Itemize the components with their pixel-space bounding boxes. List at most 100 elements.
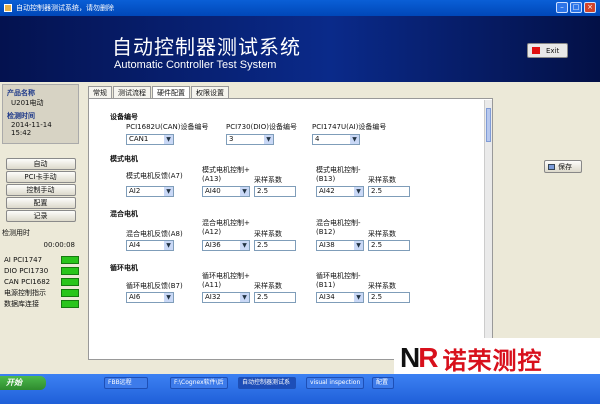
taskbar-item[interactable]: F:\Cognex软件\后 [170, 377, 228, 389]
mode-motor-ctrl-plus-ch: (A13) [202, 175, 222, 183]
chevron-down-icon[interactable]: ▼ [164, 187, 173, 196]
loop-motor-coef2-input[interactable]: 2.5 [368, 292, 410, 303]
mix-motor-ctrl-plus-ch: (A12) [202, 228, 222, 236]
loop-motor-ctrl-minus-select[interactable]: AI34 ▼ [316, 292, 364, 303]
chevron-down-icon[interactable]: ▼ [164, 135, 173, 144]
mode-motor-ctrl-plus-label: 模式电机控制+ [202, 166, 250, 174]
status-row: 数据库连接 [2, 298, 79, 309]
mode-motor-ctrl-minus-select[interactable]: AI42 ▼ [316, 186, 364, 197]
save-icon [548, 163, 555, 170]
ai-device-value: 4 [315, 135, 320, 143]
minimize-icon[interactable]: – [556, 2, 568, 13]
mix-motor-ctrl-plus-value: AI36 [205, 241, 221, 249]
can-device-select[interactable]: CAN1 ▼ [126, 134, 174, 145]
nav-button-auto[interactable]: 自动 [5, 158, 76, 170]
chevron-down-icon[interactable]: ▼ [240, 187, 249, 196]
product-name-label: 产品名称 [7, 89, 35, 97]
can-device-label: PCI1682U(CAN)设备编号 [126, 123, 209, 131]
mode-motor-coef2-input[interactable]: 2.5 [368, 186, 410, 197]
chevron-down-icon[interactable]: ▼ [354, 187, 363, 196]
chevron-down-icon[interactable]: ▼ [264, 135, 273, 144]
mode-motor-title: 模式电机 [110, 155, 138, 163]
chevron-down-icon[interactable]: ▼ [164, 293, 173, 302]
mode-motor-ctrl-minus-ch: (B13) [316, 175, 336, 183]
window-titlebar: 自动控制器测试系统，请勿删除 – □ × [0, 0, 600, 16]
loop-motor-ctrl-minus-label: 循环电机控制- [316, 272, 361, 280]
exit-label: Exit [546, 46, 560, 55]
status-label: 电源控制指示 [4, 288, 46, 297]
taskbar-item-active[interactable]: 自动控制器测试系 [238, 377, 296, 389]
mode-motor-ctrl-plus-select[interactable]: AI40 ▼ [202, 186, 250, 197]
mix-motor-fb-select[interactable]: AI4 ▼ [126, 240, 174, 251]
mix-motor-ctrl-minus-label: 混合电机控制- [316, 219, 361, 227]
header-banner: 自动控制器测试系统 Automatic Controller Test Syst… [0, 16, 600, 82]
nav-button-control-manual[interactable]: 控制手动 [5, 184, 76, 196]
status-row: 电源控制指示 [2, 287, 79, 298]
mix-motor-fb-value: AI4 [129, 241, 141, 249]
taskbar-item[interactable]: FBB远程 [104, 377, 148, 389]
nav-button-records[interactable]: 记录 [5, 210, 76, 222]
device-section-title: 设备编号 [110, 113, 138, 121]
status-led-icon [61, 288, 79, 297]
can-device-value: CAN1 [129, 135, 149, 143]
maximize-icon[interactable]: □ [570, 2, 582, 13]
panel-scrollbar[interactable] [484, 100, 492, 358]
loop-motor-fb-select[interactable]: AI6 ▼ [126, 292, 174, 303]
exit-icon [532, 47, 540, 54]
elapsed-label: 检测用时 [2, 229, 30, 237]
ai-device-select[interactable]: 4 ▼ [312, 134, 360, 145]
loop-motor-coef1-input[interactable]: 2.5 [254, 292, 296, 303]
mode-motor-coef1-input[interactable]: 2.5 [254, 186, 296, 197]
mix-motor-fb-label: 混合电机反馈(A8) [126, 230, 183, 238]
loop-motor-title: 循环电机 [110, 264, 138, 272]
elapsed-value: 00:00:08 [43, 241, 75, 249]
loop-motor-ctrl-plus-select[interactable]: AI32 ▼ [202, 292, 250, 303]
status-led-icon [61, 255, 79, 264]
chevron-down-icon[interactable]: ▼ [354, 293, 363, 302]
mix-motor-ctrl-minus-ch: (B12) [316, 228, 336, 236]
status-led-icon [61, 277, 79, 286]
loop-motor-ctrl-plus-value: AI32 [205, 293, 221, 301]
mix-motor-title: 混合电机 [110, 210, 138, 218]
mode-motor-fb-select[interactable]: AI2 ▼ [126, 186, 174, 197]
left-panel: 产品名称 U201电动 检测时间 2014-11-14 15:42 自动 PCI… [2, 84, 79, 372]
status-label: CAN PCI1682 [4, 277, 51, 286]
mix-motor-ctrl-plus-select[interactable]: AI36 ▼ [202, 240, 250, 251]
tab-general[interactable]: 常规 [88, 86, 112, 98]
dio-device-select[interactable]: 3 ▼ [226, 134, 274, 145]
product-name-value: U201电动 [11, 99, 44, 107]
status-row: AI PCI1747 [2, 254, 79, 265]
tab-permissions[interactable]: 权限设置 [191, 86, 229, 98]
status-row: DIO PCI1730 [2, 265, 79, 276]
chevron-down-icon[interactable]: ▼ [164, 241, 173, 250]
ai-device-label: PCI1747U(AI)设备编号 [312, 123, 387, 131]
mix-motor-coef2-label: 采样系数 [368, 230, 396, 238]
logo-text: 诺荣测控 [442, 346, 543, 375]
mode-motor-coef1-label: 采样系数 [254, 176, 282, 184]
close-icon[interactable]: × [584, 2, 596, 13]
mix-motor-coef1-input[interactable]: 2.5 [254, 240, 296, 251]
status-led-icon [61, 299, 79, 308]
tab-test-flow[interactable]: 测试流程 [113, 86, 151, 98]
taskbar-item[interactable]: 配置 [372, 377, 394, 389]
app-icon [4, 4, 12, 12]
chevron-down-icon[interactable]: ▼ [240, 293, 249, 302]
status-label: 数据库连接 [4, 299, 39, 308]
mode-motor-fb-label: 模式电机反馈(A7) [126, 172, 183, 180]
exit-button[interactable]: Exit [527, 43, 568, 58]
logo-mark: NR [400, 342, 438, 374]
nav-button-pci-manual[interactable]: PCI卡手动 [5, 171, 76, 183]
loop-motor-coef1-label: 采样系数 [254, 282, 282, 290]
chevron-down-icon[interactable]: ▼ [240, 241, 249, 250]
chevron-down-icon[interactable]: ▼ [354, 241, 363, 250]
loop-motor-ctrl-minus-ch: (B11) [316, 281, 336, 289]
scrollbar-thumb[interactable] [486, 108, 491, 142]
taskbar-item[interactable]: visual inspection [306, 377, 364, 389]
nav-button-config[interactable]: 配置 [5, 197, 76, 209]
save-button[interactable]: 保存 [544, 160, 582, 173]
system-title-en: Automatic Controller Test System [114, 59, 277, 71]
mix-motor-coef2-input[interactable]: 2.5 [368, 240, 410, 251]
chevron-down-icon[interactable]: ▼ [350, 135, 359, 144]
mix-motor-ctrl-minus-select[interactable]: AI38 ▼ [316, 240, 364, 251]
start-button[interactable]: 开始 [0, 376, 46, 390]
